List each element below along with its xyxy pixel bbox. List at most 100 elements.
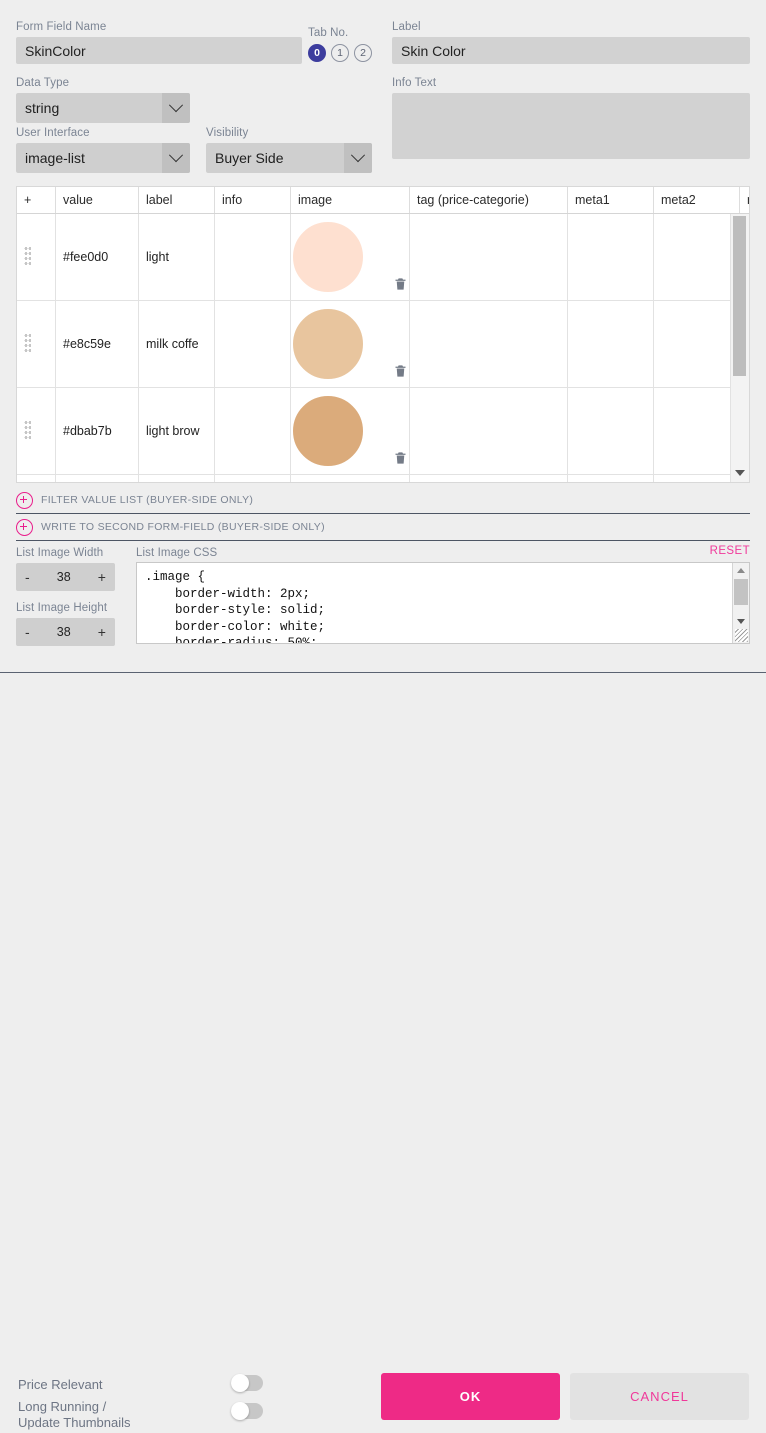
- cell-meta2[interactable]: [653, 474, 740, 482]
- color-swatch: [291, 307, 365, 381]
- cell-tag[interactable]: [409, 387, 568, 475]
- row-drag-handle-cell[interactable]: [17, 387, 56, 475]
- data-type-label: Data Type: [16, 77, 70, 89]
- row-drag-handle-cell[interactable]: [17, 474, 56, 482]
- visibility-select-wrap[interactable]: Buyer Side: [206, 143, 372, 173]
- table-row[interactable]: #dbab7b light brow: [17, 387, 749, 475]
- data-type-select-wrap[interactable]: string: [16, 93, 190, 123]
- cell-value[interactable]: #e8c59e: [55, 300, 139, 388]
- cell-value[interactable]: #fee0d0: [55, 213, 139, 301]
- plus-circle-icon: [16, 518, 33, 536]
- resize-grip-icon[interactable]: [735, 629, 748, 642]
- cell-meta1[interactable]: [567, 300, 654, 388]
- list-image-width-label: List Image Width: [16, 547, 104, 559]
- drag-handle-icon[interactable]: [24, 419, 31, 440]
- cell-info[interactable]: [214, 387, 291, 475]
- list-image-css-label: List Image CSS: [136, 547, 218, 559]
- dialog-footer: Price Relevant Long Running / Update Thu…: [0, 673, 766, 1430]
- list-image-width-stepper[interactable]: - 38 +: [16, 563, 115, 591]
- row-drag-handle-cell[interactable]: [17, 213, 56, 301]
- cell-value[interactable]: [55, 474, 139, 482]
- table-header-row: + value label info image tag (price-cate…: [17, 187, 749, 214]
- cell-image[interactable]: [290, 474, 410, 482]
- ok-button[interactable]: OK: [381, 1373, 560, 1420]
- user-interface-select[interactable]: image-list: [16, 143, 190, 173]
- table-vertical-scrollbar[interactable]: [730, 214, 749, 482]
- table-row[interactable]: #e8c59e milk coffe: [17, 300, 749, 388]
- cell-label[interactable]: milk coffe: [138, 300, 215, 388]
- cell-value[interactable]: #dbab7b: [55, 387, 139, 475]
- filter-value-list-expander[interactable]: FILTER VALUE LIST (BUYER-SIDE ONLY): [16, 487, 750, 514]
- cell-tag[interactable]: [409, 474, 568, 482]
- data-type-group: Data Type string: [16, 76, 190, 123]
- cell-label[interactable]: light: [138, 213, 215, 301]
- cell-image[interactable]: [290, 300, 410, 388]
- list-image-height-stepper[interactable]: - 38 +: [16, 618, 115, 646]
- scrollbar-thumb[interactable]: [733, 216, 746, 376]
- long-running-toggle[interactable]: [231, 1402, 263, 1420]
- cell-meta1[interactable]: [567, 387, 654, 475]
- value-list-table: + value label info image tag (price-cate…: [16, 186, 750, 483]
- list-image-width-group: List Image Width - 38 +: [16, 546, 115, 591]
- list-image-css-editor[interactable]: .image { border-width: 2px; border-style…: [136, 562, 750, 644]
- css-textarea[interactable]: .image { border-width: 2px; border-style…: [136, 562, 750, 644]
- cell-info[interactable]: [214, 213, 291, 301]
- price-relevant-toggle[interactable]: [231, 1374, 263, 1392]
- form-field-name-input[interactable]: [16, 37, 302, 64]
- label-input[interactable]: [392, 37, 750, 64]
- label-field-label: Label: [392, 21, 421, 33]
- decrement-width-button[interactable]: -: [25, 569, 30, 585]
- list-image-height-value[interactable]: 38: [57, 625, 71, 639]
- drag-handle-icon[interactable]: [24, 245, 31, 266]
- cell-meta2[interactable]: [653, 387, 740, 475]
- visibility-select[interactable]: Buyer Side: [206, 143, 372, 173]
- cell-image[interactable]: [290, 213, 410, 301]
- scroll-down-arrow-icon[interactable]: [737, 619, 745, 624]
- write-to-second-form-field-expander[interactable]: WRITE TO SECOND FORM-FIELD (BUYER-SIDE O…: [16, 514, 750, 541]
- delete-image-icon[interactable]: [393, 450, 408, 466]
- visibility-group: Visibility Buyer Side: [206, 126, 372, 173]
- cell-info[interactable]: [214, 474, 291, 482]
- cell-label[interactable]: light brow: [138, 387, 215, 475]
- column-header-meta3: meta3: [739, 187, 749, 214]
- cell-meta2[interactable]: [653, 213, 740, 301]
- cell-info[interactable]: [214, 300, 291, 388]
- css-scrollbar-thumb[interactable]: [734, 579, 748, 605]
- column-header-value: value: [55, 187, 139, 214]
- table-row[interactable]: #fee0d0 light: [17, 213, 749, 301]
- reset-css-link[interactable]: RESET: [710, 545, 750, 557]
- table-row[interactable]: [17, 474, 749, 482]
- cell-tag[interactable]: [409, 213, 568, 301]
- user-interface-select-wrap[interactable]: image-list: [16, 143, 190, 173]
- tab-no-option-0[interactable]: 0: [308, 44, 326, 62]
- cell-tag[interactable]: [409, 300, 568, 388]
- info-text-label: Info Text: [392, 77, 437, 89]
- cell-image[interactable]: [290, 387, 410, 475]
- cell-meta1[interactable]: [567, 474, 654, 482]
- cell-meta2[interactable]: [653, 300, 740, 388]
- tab-no-group: Tab No. 0 1 2: [308, 26, 374, 62]
- color-swatch: [291, 394, 365, 468]
- delete-image-icon[interactable]: [393, 276, 408, 292]
- increment-height-button[interactable]: +: [98, 624, 106, 640]
- add-row-button[interactable]: +: [17, 187, 56, 214]
- toggle-knob: [231, 1374, 249, 1392]
- tab-no-option-1[interactable]: 1: [331, 44, 349, 62]
- info-text-textarea[interactable]: [392, 93, 750, 159]
- row-drag-handle-cell[interactable]: [17, 300, 56, 388]
- drag-handle-icon[interactable]: [24, 332, 31, 353]
- decrement-height-button[interactable]: -: [25, 624, 30, 640]
- cell-label[interactable]: [138, 474, 215, 482]
- cell-meta1[interactable]: [567, 213, 654, 301]
- scroll-down-arrow-icon[interactable]: [735, 470, 745, 476]
- increment-width-button[interactable]: +: [98, 569, 106, 585]
- form-field-editor-panel: Form Field Name Tab No. 0 1 2 Label Data…: [0, 0, 766, 672]
- cancel-button[interactable]: CANCEL: [570, 1373, 749, 1420]
- delete-image-icon[interactable]: [393, 363, 408, 379]
- list-image-width-value[interactable]: 38: [57, 570, 71, 584]
- column-header-tag: tag (price-categorie): [409, 187, 568, 214]
- data-type-select[interactable]: string: [16, 93, 190, 123]
- tab-no-option-2[interactable]: 2: [354, 44, 372, 62]
- css-content[interactable]: .image { border-width: 2px; border-style…: [137, 563, 749, 643]
- scroll-up-arrow-icon[interactable]: [737, 568, 745, 573]
